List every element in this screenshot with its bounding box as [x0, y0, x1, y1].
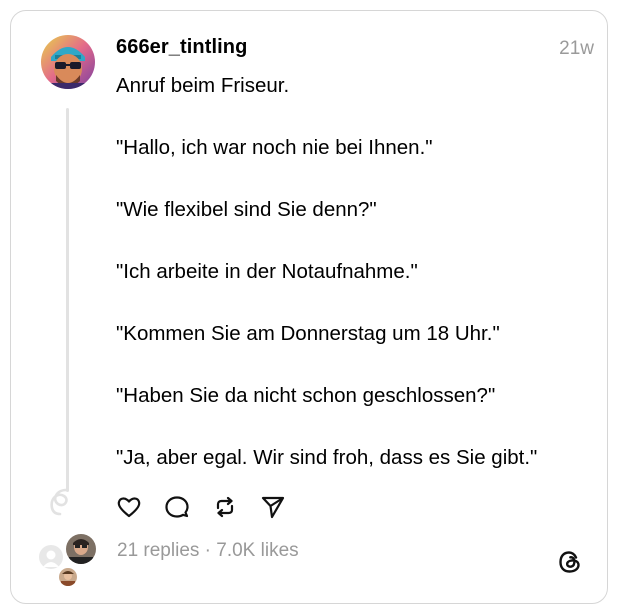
- thread-loop-icon: [50, 488, 68, 516]
- replier-avatar-placeholder: [39, 545, 63, 569]
- line-break: [116, 225, 596, 256]
- post-line: "Ja, aber egal. Wir sind froh, dass es S…: [116, 446, 538, 469]
- replier-avatar[interactable]: [66, 534, 96, 564]
- post-timestamp: 21w: [559, 38, 594, 59]
- line-break: [116, 163, 596, 194]
- replier-avatar[interactable]: [59, 568, 77, 586]
- post-line: "Wie flexibel sind Sie denn?": [116, 198, 377, 221]
- line-break: [116, 349, 596, 380]
- post-body: Anruf beim Friseur. "Hallo, ich war noch …: [116, 70, 596, 473]
- line-break: [116, 287, 596, 318]
- comment-icon[interactable]: [164, 494, 190, 520]
- thread-line: [66, 108, 69, 492]
- post-stats[interactable]: 21 replies · 7.0K likes: [117, 540, 299, 562]
- line-break: [116, 411, 596, 442]
- repost-icon[interactable]: [212, 494, 238, 520]
- author-username[interactable]: 666er_tintling: [116, 36, 247, 59]
- line-break: [116, 101, 596, 132]
- post-line: Anruf beim Friseur.: [116, 74, 290, 97]
- threads-logo-icon[interactable]: [556, 548, 584, 576]
- heart-icon[interactable]: [116, 494, 142, 520]
- send-icon[interactable]: [260, 494, 286, 520]
- post-line: "Kommen Sie am Donnerstag um 18 Uhr.": [116, 322, 500, 345]
- post-line: "Hallo, ich war noch nie bei Ihnen.": [116, 136, 433, 159]
- user-silhouette-icon: [43, 550, 59, 567]
- post-line: "Ich arbeite in der Notaufnahme.": [116, 260, 418, 283]
- post-line: "Haben Sie da nicht schon geschlossen?": [116, 384, 496, 407]
- author-avatar[interactable]: [41, 35, 95, 89]
